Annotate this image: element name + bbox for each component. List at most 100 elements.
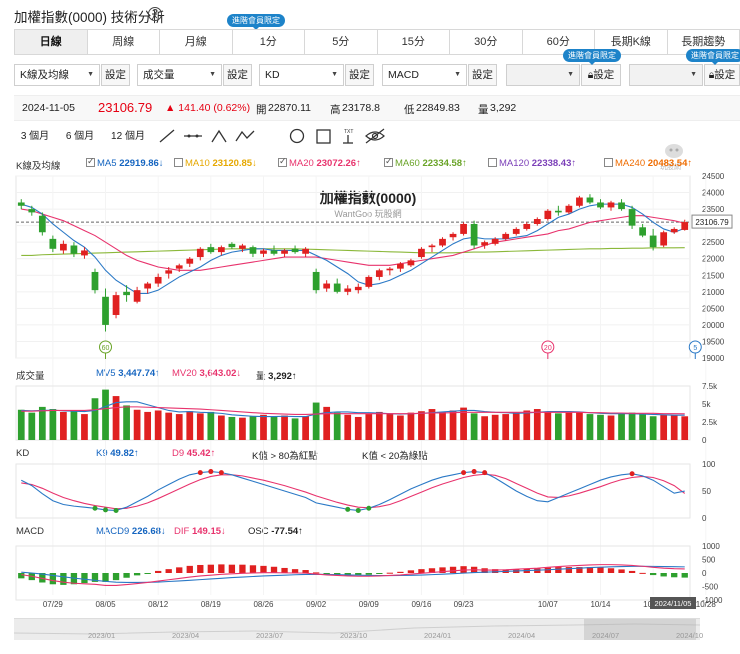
candle-body [217,247,225,253]
candle-body [186,258,194,264]
volume-bar [481,416,489,440]
candle-body [239,245,246,249]
navigator-tick-label: 2024/04 [508,631,536,640]
candle-body [312,271,320,291]
candle-body [196,248,204,258]
candle-body [281,250,288,254]
volume-bar [133,409,141,440]
osc-bar [386,572,394,574]
osc-bar [144,573,151,574]
flag-label: 60 [102,345,110,352]
macd-tick-label: 500 [702,556,716,565]
osc-bar [112,573,120,581]
volume-bar [386,413,394,440]
osc-bar [18,573,25,579]
volume-bar [470,413,478,440]
navigator-tick-label: 2024/10 [676,631,704,640]
volume-bar [397,415,404,440]
osc-bar [228,564,236,573]
mv20-line [21,406,685,415]
volume-bar [17,409,25,440]
volume-bar [554,413,562,440]
volume-bar [175,414,183,440]
volume-bar [523,410,531,440]
candle-body [102,296,109,325]
volume-tick-label: 2.5k [702,418,718,427]
macd-tick-label: -500 [702,583,719,592]
candle-body [660,232,668,246]
osc-bar [407,570,415,573]
volume-bar [565,412,573,440]
candle-body [291,248,299,253]
volume-bar [544,411,552,440]
osc-bar [323,573,330,574]
volume-bar [576,411,583,440]
osc-bar [291,569,299,573]
volume-bar [365,414,373,440]
candle-body [470,223,478,246]
kd-oversold-dot [113,507,119,513]
candle-body [144,283,152,289]
candle-body [260,250,267,254]
candle-body [154,276,162,284]
volume-bar [681,416,689,440]
volume-bar [281,415,288,440]
x-tick-label: 07/29 [43,600,64,609]
mv5-line [21,401,685,418]
osc-bar [165,569,172,573]
volume-bar [102,389,109,440]
osc-bar [270,566,278,573]
osc-bar [449,566,457,573]
candle-body [639,227,646,236]
osc-bar [660,573,667,577]
kd-oversold-dot [92,505,98,511]
x-tick-label: 10/14 [590,600,611,609]
candle-body [365,276,373,287]
candle-body [681,222,689,230]
osc-bar [249,565,257,573]
candle-body [512,228,520,234]
x-tick-label: 10/07 [538,600,559,609]
osc-bar [397,571,404,573]
volume-bar [333,412,341,440]
x-tick-label: 08/19 [201,600,222,609]
volume-bar [512,412,520,440]
navigator-tick-label: 2023/10 [340,631,368,640]
osc-bar [607,568,615,573]
volume-bar [70,410,78,440]
kd-oversold-dot [366,505,372,511]
volume-bar [228,416,236,440]
volume-bar [649,416,657,440]
volume-bar [270,416,278,440]
osc-bar [618,569,625,573]
volume-bar [418,411,425,440]
stock-chart[interactable]: 1900019500200002050021000215002200022500… [0,0,740,654]
candle-body [397,263,404,269]
candle-body [17,202,25,206]
osc-bar [639,572,646,574]
volume-bar [239,417,246,440]
candle-body [28,209,36,213]
volume-bar [291,418,299,440]
osc-bar [302,570,309,573]
candle-body [70,245,78,254]
volume-bar [144,411,152,440]
volume-bar [586,414,594,440]
navigator-tick-label: 2024/01 [424,631,452,640]
osc-bar [312,572,320,574]
volume-tick-label: 7.5k [702,382,718,391]
candle-body [386,268,394,271]
candle-body [618,202,625,210]
volume-bar [81,414,88,440]
candle-body [649,235,657,248]
volume-bar [260,414,267,440]
volume-bar [302,416,309,440]
d-line [21,473,686,510]
candle-body [81,250,88,256]
volume-tick-label: 5k [702,400,711,409]
osc-bar [597,567,604,573]
x-tick-label: 08/05 [96,600,117,609]
candle-body [607,202,615,208]
candle-body [323,283,331,289]
osc-bar [671,573,678,578]
